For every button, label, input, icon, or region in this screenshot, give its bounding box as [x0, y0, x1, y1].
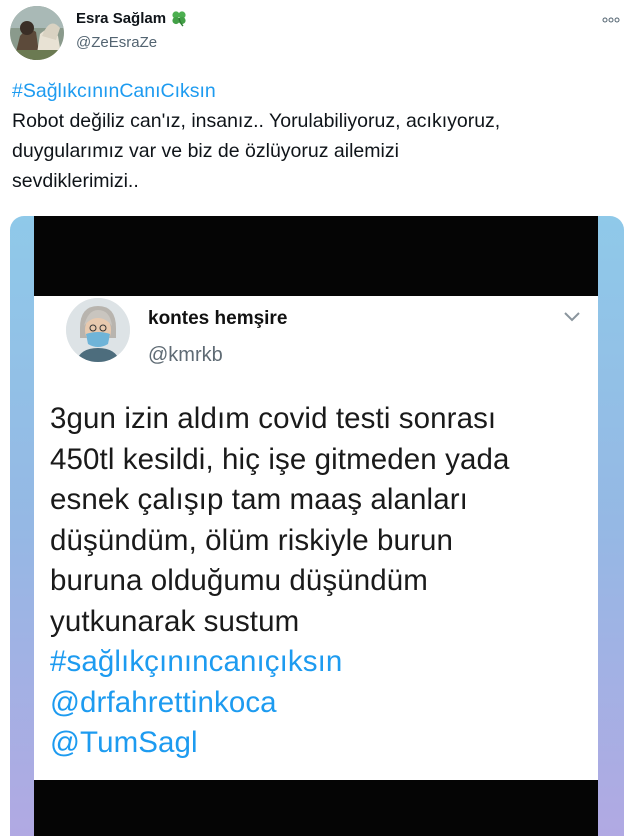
author-avatar[interactable] — [10, 6, 64, 60]
more-options-button[interactable] — [599, 10, 623, 30]
embedded-author-name: kontes hemşire — [148, 308, 288, 329]
embedded-line: 450tl kesildi, hiç işe gitmeden yada — [50, 442, 510, 476]
tweet-line: Robot değiliz can'ız, insanız.. Yorulabi… — [12, 110, 501, 132]
more-icon — [602, 17, 620, 23]
tweet-media-image[interactable]: kontes hemşire @kmrkb 3gun izin aldım co… — [10, 216, 624, 836]
embedded-avatar — [66, 298, 130, 362]
embedded-line: buruna olduğumu düşündüm — [50, 564, 428, 597]
hashtag-link[interactable]: #SağlıkcınınCanıCıksın — [12, 76, 622, 106]
author-display-name[interactable]: Esra Sağlam — [76, 10, 166, 27]
tweet-line: duygularımız var ve biz de özlüyoruz ail… — [12, 140, 399, 162]
embedded-line: esnek çalışıp tam maaş alanları — [50, 483, 468, 516]
embedded-mention: @drfahrettinkoca — [50, 685, 277, 719]
tweet-line: sevdiklerimizi.. — [12, 170, 139, 192]
tweet: Esra Sağlam @ZeEsraZe #SağlıkcınınCanıCı… — [0, 0, 635, 836]
embedded-hashtag: #sağlıkçınıncanıçıksın — [50, 645, 343, 678]
embedded-author-handle: @kmrkb — [148, 344, 223, 366]
four-leaf-clover-icon — [170, 9, 188, 27]
embedded-mention: @TumSagl — [50, 726, 198, 759]
embedded-tweet-text: 3gun izin aldım covid testi sonrası 450t… — [50, 399, 580, 764]
embedded-line: 3gun izin aldım covid testi sonrası — [50, 402, 497, 435]
embedded-line: yutkunarak sustum — [50, 604, 300, 638]
author-name[interactable]: Esra Sağlam — [76, 9, 188, 27]
embedded-line: düşündüm, ölüm riskiyle burun — [50, 523, 453, 557]
author-handle[interactable]: @ZeEsraZe — [76, 34, 157, 51]
screenshot-frame: kontes hemşire @kmrkb 3gun izin aldım co… — [34, 216, 598, 836]
tweet-text: #SağlıkcınınCanıCıksın Robot değiliz can… — [12, 76, 622, 196]
chevron-down-icon — [562, 310, 582, 324]
embedded-tweet-screenshot: kontes hemşire @kmrkb 3gun izin aldım co… — [34, 296, 598, 780]
